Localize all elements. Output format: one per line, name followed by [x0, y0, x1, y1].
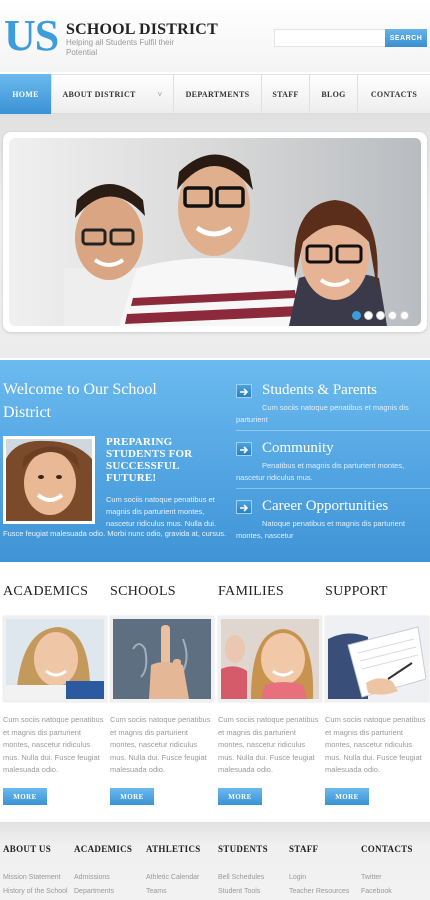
welcome-text-continued: Fusce feugiat malesuada odio. Morbi nunc… — [3, 529, 227, 538]
nav-item-label: STAFF — [272, 89, 299, 99]
feature-title[interactable]: Career Opportunities — [262, 498, 388, 515]
footer-column-title: STUDENTS — [218, 844, 268, 854]
footer-link[interactable]: Admissions — [74, 874, 146, 882]
chevron-down-icon: ˅ — [157, 89, 163, 99]
footer-link[interactable]: Teams — [146, 888, 218, 896]
divider — [236, 430, 430, 431]
column-text: Cum sociis natoque penatibus et magnis d… — [110, 715, 211, 774]
site-footer: ABOUT US Mission Statement History of th… — [0, 822, 430, 900]
footer-link[interactable]: Student Tools — [218, 888, 290, 896]
nav-item-blog[interactable]: BLOG — [310, 75, 358, 113]
column-title: SUPPORT — [325, 584, 388, 599]
arrow-right-icon — [236, 500, 252, 514]
column-title: ACADEMICS — [3, 584, 89, 599]
column-schools: SCHOOLS Cum sociis natoque penatibus et … — [110, 584, 214, 805]
feature-text: Penatibus et magnis dis parturient monte… — [236, 461, 405, 482]
nav-item-label: BLOG — [321, 89, 346, 99]
feature-title[interactable]: Students & Parents — [262, 382, 377, 399]
nav-item-contacts[interactable]: CONTACTS — [358, 75, 430, 113]
footer-column-title: CONTACTS — [361, 844, 413, 854]
column-support: SUPPORT Cum sociis natoque penatibus et … — [325, 584, 429, 805]
nav-item-staff[interactable]: STAFF — [262, 75, 310, 113]
footer-link[interactable]: Bell Schedules — [218, 874, 290, 882]
slider-dot[interactable] — [400, 311, 409, 320]
footer-link[interactable]: Facebook — [361, 888, 427, 896]
divider — [236, 488, 430, 489]
slider-pagination — [352, 311, 409, 320]
more-button[interactable]: MORE — [3, 788, 47, 805]
nav-item-label: ABOUT DISTRICT — [62, 89, 136, 99]
nav-item-label: CONTACTS — [370, 89, 418, 99]
slider-dot[interactable] — [376, 311, 385, 320]
footer-link[interactable]: Departments — [74, 888, 146, 896]
footer-column-staff: STAFF Login Teacher Resources — [289, 844, 361, 896]
column-academics: ACADEMICS Cum sociis natoque penatibus e… — [3, 584, 107, 805]
column-text: Cum sociis natoque penatibus et magnis d… — [218, 715, 319, 774]
hero-photo-students — [9, 138, 421, 326]
footer-link[interactable]: Teacher Resources — [289, 888, 361, 896]
girl-smiling-image — [6, 619, 104, 699]
site-header: US SCHOOL DISTRICT Helping all Students … — [0, 0, 430, 72]
footer-link[interactable]: Mission Statement — [3, 874, 75, 882]
column-title: FAMILIES — [218, 584, 284, 599]
welcome-text: Cum sociis natoque penatibus et magnis d… — [106, 495, 217, 528]
footer-link[interactable]: Twitter — [361, 874, 427, 882]
footer-column-athletics: ATHLETICS Athletic Calendar Teams — [146, 844, 218, 896]
footer-column-title: STAFF — [289, 844, 319, 854]
column-text: Cum sociis natoque penatibus et magnis d… — [3, 715, 104, 774]
nav-item-label: DEPARTMENTS — [185, 89, 250, 99]
footer-link[interactable]: History of the School — [3, 888, 75, 896]
smiling-woman-image — [6, 439, 92, 521]
welcome-photo — [3, 436, 95, 524]
welcome-heading: PREPARING STUDENTS FOR SUCCESSFUL FUTURE… — [106, 436, 193, 484]
footer-link[interactable]: Login — [289, 874, 361, 882]
feature-text: Natoque penatibus et magnis dis parturie… — [236, 519, 406, 540]
welcome-title: Welcome to Our School District — [3, 381, 157, 421]
slider-dot[interactable] — [364, 311, 373, 320]
nav-item-label: HOME — [12, 89, 39, 99]
logo-mark[interactable]: US — [4, 14, 59, 58]
more-button[interactable]: MORE — [218, 788, 262, 805]
more-button[interactable]: MORE — [325, 788, 369, 805]
slider-dot[interactable] — [352, 311, 361, 320]
footer-column-title: ACADEMICS — [74, 844, 133, 854]
writing-notebook-image — [328, 619, 426, 699]
search-input[interactable] — [274, 29, 386, 47]
raised-hand-image — [113, 619, 211, 699]
column-title: SCHOOLS — [110, 584, 176, 599]
search-button[interactable]: SEARCH — [385, 29, 427, 47]
feature-text: Cum sociis natoque penatibus et magnis d… — [236, 403, 409, 424]
nav-item-departments[interactable]: DEPARTMENTS — [174, 75, 262, 113]
site-title[interactable]: SCHOOL DISTRICT — [66, 21, 218, 39]
more-button[interactable]: MORE — [110, 788, 154, 805]
footer-column-about-us: ABOUT US Mission Statement History of th… — [3, 844, 75, 896]
footer-column-academics: ACADEMICS Admissions Departments — [74, 844, 146, 896]
hero-slider[interactable] — [3, 132, 427, 332]
footer-link[interactable]: Athletic Calendar — [146, 874, 218, 882]
column-text: Cum sociis natoque penatibus et magnis d… — [325, 715, 426, 774]
column-families: FAMILIES Cum sociis natoque penatibus et… — [218, 584, 322, 805]
site-tagline: Helping all Students Fulfil their Potent… — [66, 38, 175, 57]
column-image — [325, 616, 429, 702]
footer-column-contacts: CONTACTS Twitter Facebook — [361, 844, 427, 896]
nav-item-about-district[interactable]: ABOUT DISTRICT ˅ — [52, 75, 174, 113]
hero-band — [0, 114, 430, 358]
column-image — [110, 616, 214, 702]
slider-dot[interactable] — [388, 311, 397, 320]
nav-item-home[interactable]: HOME — [0, 74, 52, 114]
column-image — [3, 616, 107, 702]
footer-column-title: ABOUT US — [3, 844, 51, 854]
main-nav: HOME ABOUT DISTRICT ˅ DEPARTMENTS STAFF B… — [0, 74, 430, 114]
footer-column-students: STUDENTS Bell Schedules Student Tools — [218, 844, 290, 896]
hero-image — [9, 138, 421, 326]
arrow-right-icon — [236, 384, 252, 398]
family-girl-image — [221, 619, 319, 699]
feature-title[interactable]: Community — [262, 440, 334, 457]
column-image — [218, 616, 322, 702]
footer-column-title: ATHLETICS — [146, 844, 201, 854]
welcome-band: Welcome to Our School District PREPARING… — [0, 360, 430, 562]
arrow-right-icon — [236, 442, 252, 456]
